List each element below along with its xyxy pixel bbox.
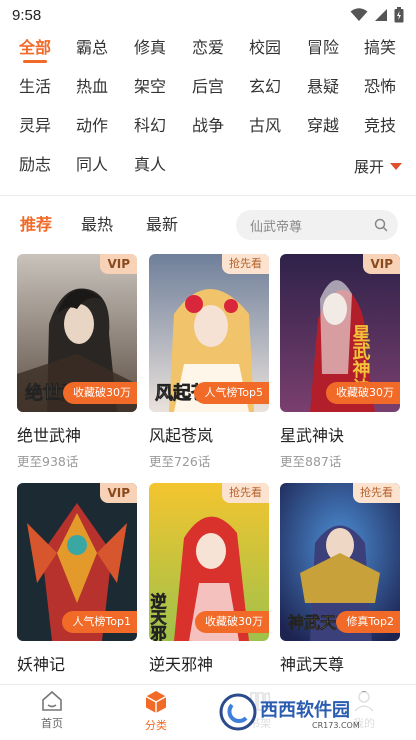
category-item[interactable]: 后宫 [184,71,232,103]
comic-title[interactable]: 绝世武神 [17,422,137,446]
rank-badge: 修真Top2 [336,611,400,633]
category-item[interactable]: 竞技 [356,110,404,142]
search-icon[interactable] [374,218,388,232]
signal-icon [375,9,387,21]
category-item[interactable]: 修真 [126,32,174,64]
category-item[interactable]: 玄幻 [241,71,289,103]
expand-categories-button[interactable]: 展开 [354,150,402,182]
comic-card[interactable]: 神武天尊 抢先看 修真Top2 神武天尊 更至...话 [280,483,400,699]
comic-cover[interactable]: 绝世武神 VIP 收藏破30万 [17,254,137,412]
category-item[interactable]: 穿越 [299,110,347,142]
category-item[interactable]: 霸总 [68,32,116,64]
comic-update: 更至726话 [149,454,211,469]
rank-badge: 收藏破30万 [326,382,400,404]
nav-label: 首页 [41,717,63,730]
vip-badge: VIP [100,254,137,274]
category-item[interactable]: 灵异 [11,110,59,142]
category-item[interactable]: 科幻 [126,110,174,142]
category-item[interactable]: 动作 [68,110,116,142]
wifi-icon [350,8,368,21]
tab-recommended[interactable]: 推荐 [20,205,52,245]
category-item[interactable]: 同人 [68,149,116,181]
comic-title[interactable]: 神武天尊 [280,651,400,675]
comic-title[interactable]: 妖神记 [17,651,137,675]
vip-badge: VIP [363,254,400,274]
comic-cover[interactable]: 星武神诀 VIP 收藏破30万 [280,254,400,412]
status-icons [350,7,404,23]
watermark-logo: 西西软件园 CR173.COM [216,692,396,732]
status-time: 9:58 [12,6,42,24]
section-divider [0,195,416,196]
nav-home[interactable]: 首页 [14,685,90,740]
category-item[interactable]: 生活 [11,71,59,103]
category-item[interactable]: 冒险 [299,32,347,64]
tab-hottest[interactable]: 最热 [81,205,113,245]
svg-text:逆天邪神: 逆天邪神 [149,592,168,641]
category-all[interactable]: 全部 [11,32,59,64]
category-item[interactable]: 真人 [126,149,174,181]
category-item[interactable]: 校园 [241,32,289,64]
comic-title[interactable]: 星武神诀 [280,422,400,446]
nav-category[interactable]: 分类 [118,685,194,740]
home-icon [42,690,62,711]
comic-cover[interactable]: 逆天邪神 抢先看 收藏破30万 [149,483,269,641]
early-access-badge: 抢先看 [222,254,269,274]
search-placeholder: 仙武帝尊 [250,219,303,235]
comic-cover[interactable]: 神武天尊 抢先看 修真Top2 [280,483,400,641]
comic-card[interactable]: 逆天邪神 抢先看 收藏破30万 逆天邪神 更至745话 [149,483,269,699]
rank-badge: 人气榜Top5 [194,382,269,404]
caret-down-icon [390,162,402,170]
category-item[interactable]: 悬疑 [299,71,347,103]
tab-newest[interactable]: 最新 [146,205,178,245]
comic-title[interactable]: 风起苍岚 [149,422,269,446]
category-item[interactable]: 励志 [11,149,59,181]
category-item[interactable]: 古风 [241,110,289,142]
comic-cover[interactable]: 风起苍岚 抢先看 人气榜Top5 [149,254,269,412]
rank-badge: 收藏破30万 [63,382,137,404]
early-access-badge: 抢先看 [222,483,269,503]
battery-icon [394,7,404,23]
svg-text:西西软件园: 西西软件园 [260,699,350,721]
rank-badge: 收藏破30万 [195,611,269,633]
comic-card[interactable]: 风起苍岚 抢先看 人气榜Top5 风起苍岚 更至726话 [149,254,269,470]
category-item[interactable]: 战争 [184,110,232,142]
search-input[interactable]: 仙武帝尊 [236,210,398,240]
category-item[interactable]: 恐怖 [356,71,404,103]
rank-badge: 人气榜Top1 [62,611,137,633]
category-item[interactable]: 恋爱 [184,32,232,64]
comic-title[interactable]: 逆天邪神 [149,651,269,675]
category-icon [145,691,167,713]
comic-update: 更至887话 [280,454,342,469]
comic-card[interactable]: 星武神诀 VIP 收藏破30万 星武神诀 更至887话 [280,254,400,470]
comic-card[interactable]: 绝世武神 VIP 收藏破30万 绝世武神 更至938话 [17,254,137,470]
category-item[interactable]: 热血 [68,71,116,103]
status-bar: 9:58 [0,0,416,30]
comic-cover[interactable]: VIP 人气榜Top1 [17,483,137,641]
comic-card[interactable]: VIP 人气榜Top1 妖神记 更至...话 [17,483,137,699]
vip-badge: VIP [100,483,137,503]
early-access-badge: 抢先看 [353,483,400,503]
comic-update: 更至938话 [17,454,79,469]
svg-text:CR173.COM: CR173.COM [312,721,360,730]
category-item[interactable]: 架空 [126,71,174,103]
expand-label: 展开 [353,157,384,176]
category-item[interactable]: 搞笑 [356,32,404,64]
nav-label: 分类 [145,719,167,732]
